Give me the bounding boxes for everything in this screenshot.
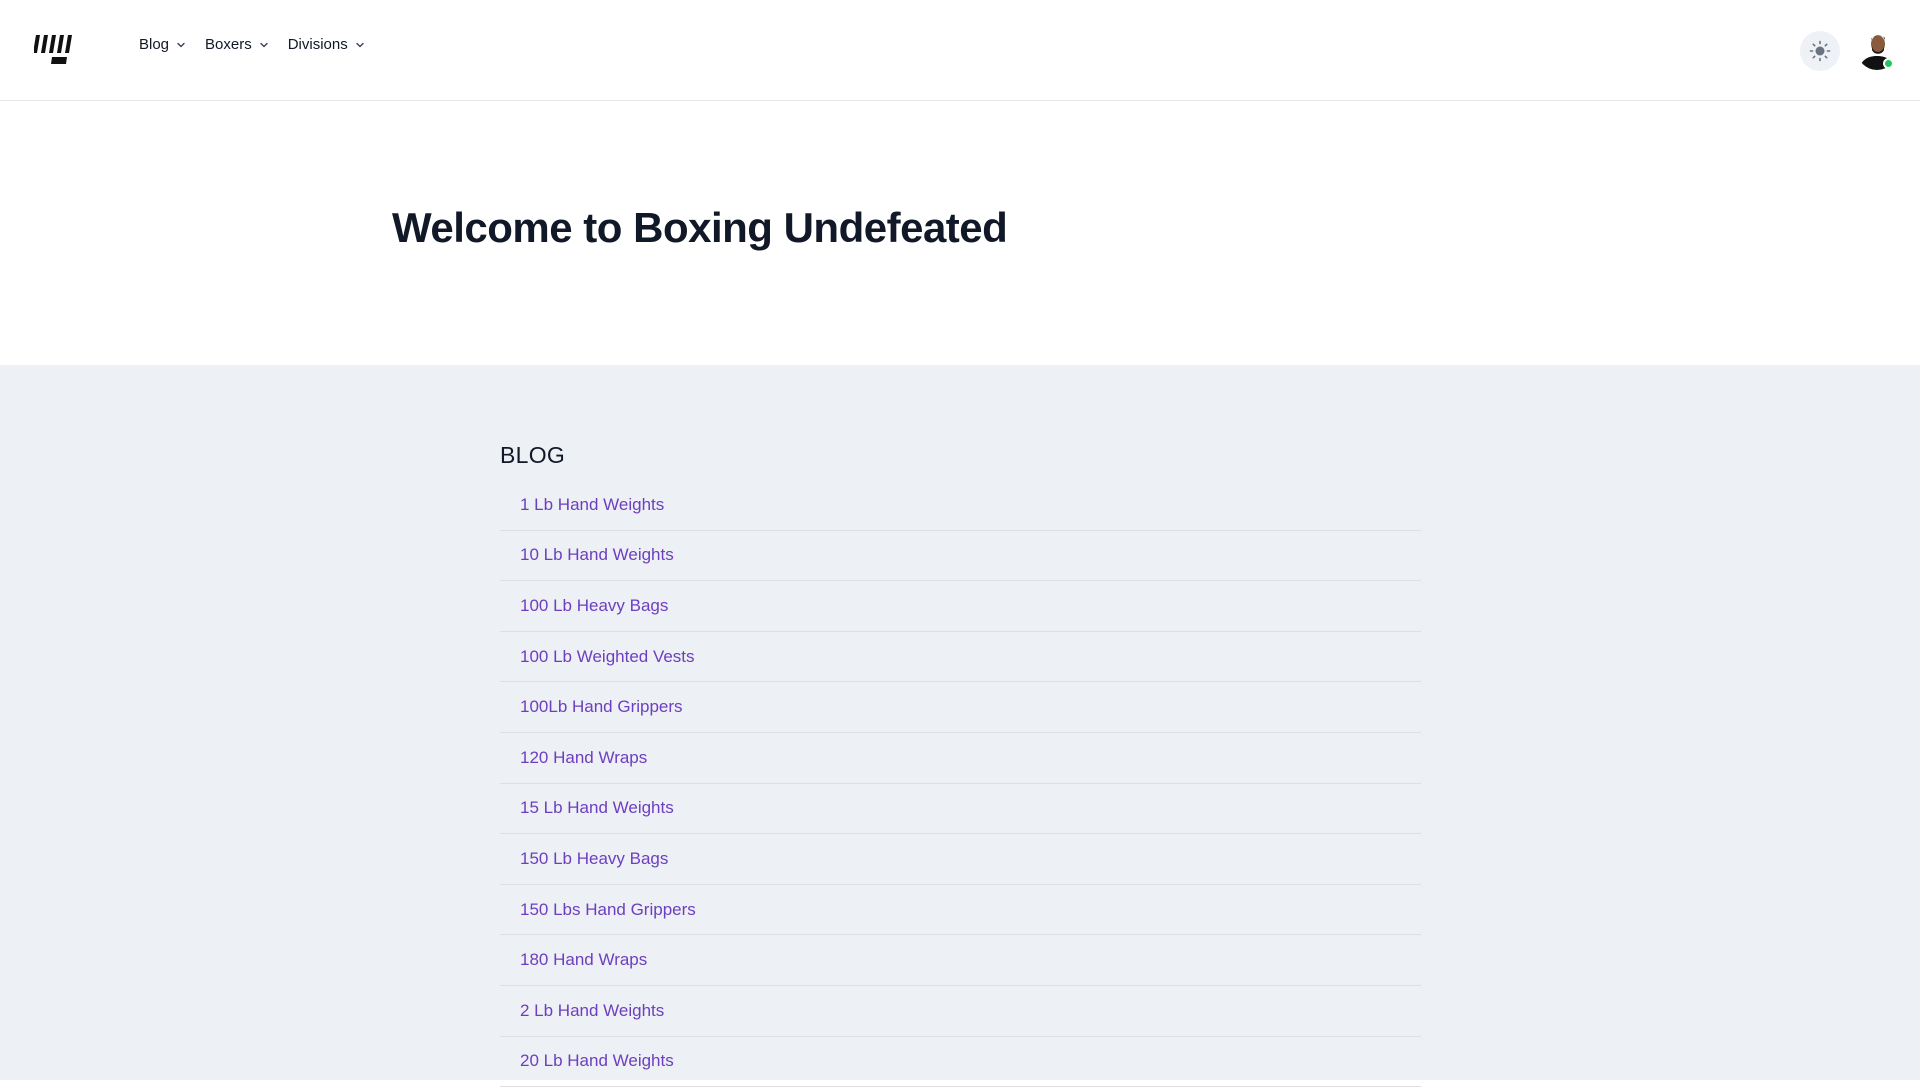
blog-list: 1 Lb Hand Weights 10 Lb Hand Weights 100… xyxy=(500,480,1421,1087)
blog-link[interactable]: 1 Lb Hand Weights xyxy=(520,495,664,515)
blog-link[interactable]: 20 Lb Hand Weights xyxy=(520,1051,674,1071)
list-item: 150 Lb Heavy Bags xyxy=(500,834,1421,885)
top-navbar: Blog Boxers Divisions xyxy=(0,0,1920,101)
nav-blog[interactable]: Blog xyxy=(139,36,187,53)
blog-link[interactable]: 120 Hand Wraps xyxy=(520,748,647,768)
brand-logo-icon[interactable] xyxy=(33,35,72,65)
list-item: 20 Lb Hand Weights xyxy=(500,1037,1421,1087)
blog-link[interactable]: 100 Lb Weighted Vests xyxy=(520,647,695,667)
chevron-down-icon xyxy=(177,42,185,47)
list-item: 100 Lb Weighted Vests xyxy=(500,632,1421,683)
blog-heading: BLOG xyxy=(500,442,566,468)
online-status-dot xyxy=(1883,58,1894,69)
list-item: 100Lb Hand Grippers xyxy=(500,682,1421,733)
nav-divisions[interactable]: Divisions xyxy=(288,36,366,53)
theme-toggle-button[interactable] xyxy=(1800,31,1840,71)
page-title: Welcome to Boxing Undefeated xyxy=(392,204,1008,251)
list-item: 2 Lb Hand Weights xyxy=(500,986,1421,1037)
main-nav: Blog Boxers Divisions xyxy=(139,36,384,53)
nav-boxers[interactable]: Boxers xyxy=(205,36,270,53)
blog-link[interactable]: 2 Lb Hand Weights xyxy=(520,1001,664,1021)
hero-section: Welcome to Boxing Undefeated xyxy=(0,102,1920,365)
list-item: 100 Lb Heavy Bags xyxy=(500,581,1421,632)
blog-link[interactable]: 100 Lb Heavy Bags xyxy=(520,596,668,616)
list-item: 10 Lb Hand Weights xyxy=(500,531,1421,582)
blog-link[interactable]: 180 Hand Wraps xyxy=(520,950,647,970)
chevron-down-icon xyxy=(260,42,268,47)
list-item: 180 Hand Wraps xyxy=(500,935,1421,986)
list-item: 120 Hand Wraps xyxy=(500,733,1421,784)
list-item: 150 Lbs Hand Grippers xyxy=(500,885,1421,936)
blog-link[interactable]: 150 Lb Heavy Bags xyxy=(520,849,668,869)
blog-link[interactable]: 15 Lb Hand Weights xyxy=(520,798,674,818)
blog-link[interactable]: 10 Lb Hand Weights xyxy=(520,545,674,565)
sun-icon xyxy=(1809,40,1831,62)
blog-link[interactable]: 100Lb Hand Grippers xyxy=(520,697,683,717)
list-item: 1 Lb Hand Weights xyxy=(500,480,1421,531)
nav-boxers-label: Boxers xyxy=(205,36,252,53)
blog-link[interactable]: 150 Lbs Hand Grippers xyxy=(520,900,696,920)
chevron-down-icon xyxy=(356,42,364,47)
blog-section: BLOG 1 Lb Hand Weights 10 Lb Hand Weight… xyxy=(0,365,1920,1087)
nav-blog-label: Blog xyxy=(139,36,170,53)
nav-divisions-label: Divisions xyxy=(287,36,348,53)
list-item: 15 Lb Hand Weights xyxy=(500,784,1421,835)
